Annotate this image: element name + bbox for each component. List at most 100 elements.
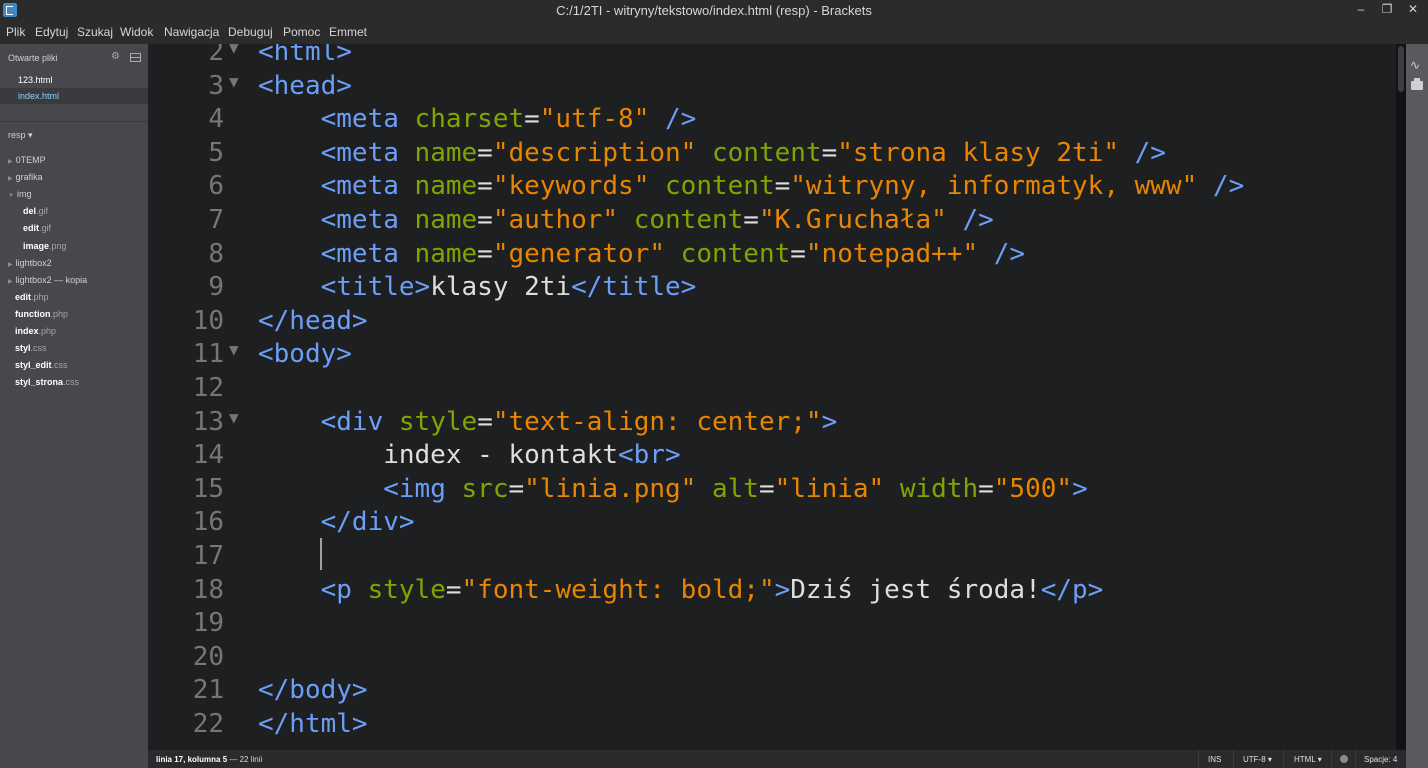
menu-emmet[interactable]: Emmet bbox=[329, 25, 367, 39]
working-file-index-html[interactable]: index.html bbox=[0, 88, 148, 104]
tree-file[interactable]: styl_edit.css bbox=[15, 358, 68, 372]
extension-manager-icon[interactable] bbox=[1411, 78, 1423, 90]
code-text: <meta name="keywords" content="witryny, … bbox=[258, 169, 1245, 203]
line-number[interactable]: 8 bbox=[148, 237, 224, 271]
code-line[interactable]: 4 <meta charset="utf-8" /> bbox=[148, 102, 1396, 136]
menu-szukaj[interactable]: Szukaj bbox=[77, 25, 113, 39]
tree-folder[interactable]: ▶ lightbox2 — kopia bbox=[8, 273, 87, 287]
status-separator bbox=[1233, 750, 1234, 768]
status-separator bbox=[1331, 750, 1332, 768]
code-text: <meta name="author" content="K.Gruchała"… bbox=[258, 203, 994, 237]
menu-debuguj[interactable]: Debuguj bbox=[228, 25, 273, 39]
line-number[interactable]: 4 bbox=[148, 102, 224, 136]
cursor-position[interactable]: linia 17, kolumna 5 — 22 linii bbox=[156, 755, 262, 764]
code-line[interactable]: 2 ▼ <html> bbox=[148, 44, 1396, 69]
indent-spaces-setting[interactable]: Spacje: 4 bbox=[1364, 755, 1397, 764]
code-line[interactable]: 18 <p style="font-weight: bold;">Dziś je… bbox=[148, 573, 1396, 607]
tree-folder[interactable]: ▶ 0TEMP bbox=[8, 153, 46, 167]
line-number[interactable]: 20 bbox=[148, 640, 224, 674]
encoding-select[interactable]: UTF-8 ▾ bbox=[1243, 755, 1272, 764]
code-token-tag: /> bbox=[978, 239, 1026, 269]
code-line[interactable]: 19 bbox=[148, 606, 1396, 640]
vertical-scrollbar[interactable] bbox=[1396, 44, 1406, 750]
code-line[interactable]: 3 ▼ <head> bbox=[148, 69, 1396, 103]
code-line[interactable]: 22 </html> bbox=[148, 707, 1396, 741]
menu-edytuj[interactable]: Edytuj bbox=[35, 25, 68, 39]
code-line[interactable]: 7 <meta name="author" content="K.Gruchał… bbox=[148, 203, 1396, 237]
line-number[interactable]: 2 bbox=[148, 44, 224, 69]
live-preview-icon[interactable]: ∿ bbox=[1410, 58, 1420, 72]
line-number[interactable]: 14 bbox=[148, 438, 224, 472]
code-line[interactable]: 11 ▼ <body> bbox=[148, 337, 1396, 371]
code-line[interactable]: 17 bbox=[148, 539, 1396, 573]
line-number[interactable]: 22 bbox=[148, 707, 224, 741]
gear-icon[interactable]: ⚙ bbox=[111, 51, 120, 62]
menu-plik[interactable]: Plik bbox=[6, 25, 25, 39]
line-number[interactable]: 6 bbox=[148, 169, 224, 203]
code-token-txt: = bbox=[477, 239, 493, 269]
line-number[interactable]: 7 bbox=[148, 203, 224, 237]
fold-triangle-icon[interactable]: ▼ bbox=[229, 333, 239, 367]
code-line[interactable]: 12 bbox=[148, 371, 1396, 405]
line-number[interactable]: 11 bbox=[148, 337, 224, 371]
line-number[interactable]: 19 bbox=[148, 606, 224, 640]
line-number[interactable]: 15 bbox=[148, 472, 224, 506]
tree-folder[interactable]: ▼ img bbox=[8, 187, 31, 201]
tree-file[interactable]: styl_strona.css bbox=[15, 375, 79, 389]
code-line[interactable]: 6 <meta name="keywords" content="witryny… bbox=[148, 169, 1396, 203]
code-token-tag: /> bbox=[1197, 171, 1245, 201]
tree-folder[interactable]: ▶ grafika bbox=[8, 170, 43, 184]
code-token-tag: </p> bbox=[1040, 575, 1104, 605]
code-text: <img src="linia.png" alt="linia" width="… bbox=[258, 472, 1087, 506]
line-number[interactable]: 3 bbox=[148, 69, 224, 103]
tree-folder[interactable]: ▶ lightbox2 bbox=[8, 256, 52, 270]
working-file-123-html[interactable]: 123.html bbox=[0, 72, 148, 88]
scrollbar-thumb[interactable] bbox=[1398, 46, 1404, 92]
code-line[interactable]: 8 <meta name="generator" content="notepa… bbox=[148, 237, 1396, 271]
line-number[interactable]: 16 bbox=[148, 505, 224, 539]
fold-triangle-icon[interactable]: ▼ bbox=[229, 65, 239, 99]
linter-status-icon[interactable] bbox=[1340, 755, 1348, 763]
minimize-icon[interactable]: – bbox=[1352, 2, 1370, 16]
code-line[interactable]: 21 </body> bbox=[148, 673, 1396, 707]
tree-file[interactable]: edit.php bbox=[15, 290, 49, 304]
code-editor[interactable]: 2 ▼ <html> 3 ▼ <head> 4 <meta charset="utf-8" … bbox=[148, 44, 1396, 750]
menu-widok[interactable]: Widok bbox=[120, 25, 153, 39]
code-line[interactable]: 10 </head> bbox=[148, 304, 1396, 338]
code-line[interactable]: 15 <img src="linia.png" alt="linia" widt… bbox=[148, 472, 1396, 506]
split-view-icon[interactable] bbox=[130, 53, 141, 62]
code-line[interactable]: 9 <title>klasy 2ti</title> bbox=[148, 270, 1396, 304]
menu-nawigacja[interactable]: Nawigacja bbox=[164, 25, 219, 39]
tree-file[interactable]: function.php bbox=[15, 307, 68, 321]
line-number[interactable]: 10 bbox=[148, 304, 224, 338]
code-token-tag: </title> bbox=[571, 272, 697, 302]
tree-file[interactable]: image.png bbox=[23, 239, 67, 253]
fold-triangle-icon[interactable]: ▼ bbox=[229, 44, 239, 65]
line-number[interactable]: 9 bbox=[148, 270, 224, 304]
line-number[interactable]: 12 bbox=[148, 371, 224, 405]
close-icon[interactable]: ✕ bbox=[1404, 2, 1422, 16]
code-line[interactable]: 5 <meta name="description" content="stro… bbox=[148, 136, 1396, 170]
line-number[interactable]: 21 bbox=[148, 673, 224, 707]
tree-file[interactable]: edit.gif bbox=[23, 221, 51, 235]
insert-mode-toggle[interactable]: INS bbox=[1208, 755, 1221, 764]
maximize-icon[interactable]: ❐ bbox=[1378, 2, 1396, 16]
code-line[interactable]: 13 ▼ <div style="text-align: center;"> bbox=[148, 405, 1396, 439]
line-number[interactable]: 13 bbox=[148, 405, 224, 439]
language-select[interactable]: HTML ▾ bbox=[1294, 755, 1322, 764]
project-dropdown[interactable]: resp ▾ bbox=[8, 130, 33, 141]
menu-pomoc[interactable]: Pomoc bbox=[283, 25, 320, 39]
tree-file[interactable]: del.gif bbox=[23, 204, 48, 218]
tree-file[interactable]: index.php bbox=[15, 324, 56, 338]
line-number[interactable]: 18 bbox=[148, 573, 224, 607]
code-token-tag: <title> bbox=[320, 272, 431, 302]
code-line[interactable]: 14 index - kontakt<br> bbox=[148, 438, 1396, 472]
tree-file[interactable]: styl.css bbox=[15, 341, 47, 355]
code-line[interactable]: 20 bbox=[148, 640, 1396, 674]
line-number[interactable]: 5 bbox=[148, 136, 224, 170]
fold-triangle-icon[interactable]: ▼ bbox=[229, 401, 239, 435]
code-line[interactable]: 16 </div> bbox=[148, 505, 1396, 539]
line-number[interactable]: 17 bbox=[148, 539, 224, 573]
